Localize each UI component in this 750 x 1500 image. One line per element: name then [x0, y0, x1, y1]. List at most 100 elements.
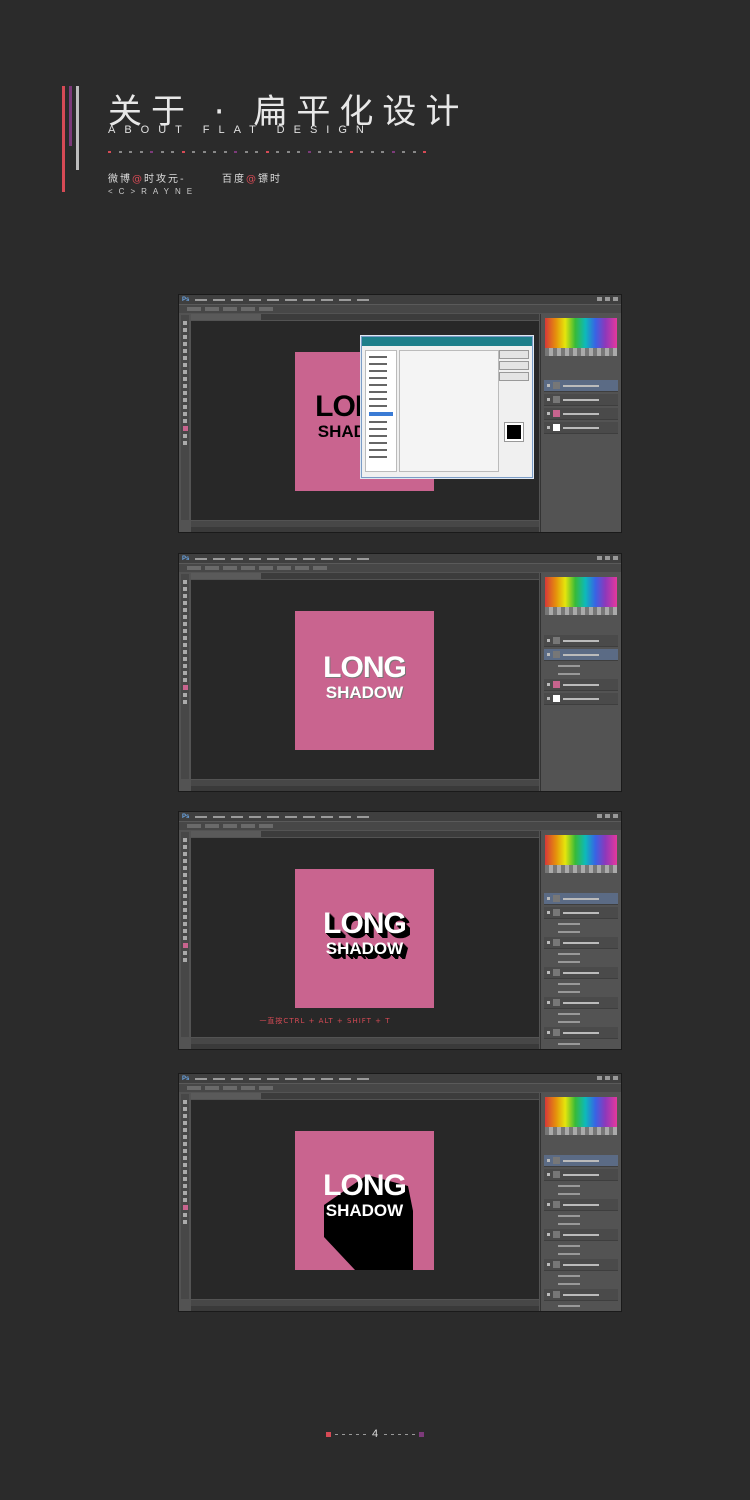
- swatches-panel[interactable]: [545, 577, 617, 607]
- weibo-label: 微博: [108, 174, 132, 185]
- long-shadow-text: LONG SHADOW: [323, 907, 407, 958]
- page-indicator: 4: [0, 1428, 750, 1440]
- effect-row[interactable]: [555, 1011, 618, 1017]
- window-controls[interactable]: [597, 556, 618, 560]
- layer-row[interactable]: [544, 967, 618, 979]
- layer-row[interactable]: [544, 380, 618, 392]
- menu-bar: Ps: [179, 1074, 621, 1083]
- effect-row[interactable]: [555, 671, 618, 677]
- effect-row[interactable]: [555, 921, 618, 927]
- ps-logo: Ps: [182, 555, 190, 562]
- effect-row[interactable]: [555, 989, 618, 995]
- layer-row[interactable]: [544, 422, 618, 434]
- swatches-panel[interactable]: [545, 1097, 617, 1127]
- artboard: LONG SHADOW: [295, 611, 434, 750]
- new-style-button[interactable]: [499, 372, 529, 381]
- window-controls[interactable]: [597, 297, 618, 301]
- right-panels[interactable]: [540, 1093, 621, 1311]
- long-shadow-text: LONG SHADOW: [323, 651, 407, 702]
- effect-row[interactable]: [555, 1311, 618, 1312]
- photoshop-window: Ps LONG SHADOW: [178, 294, 622, 533]
- photoshop-window: Ps LONG SHADOW 一直按CTRL + ALT + SHIFT + T: [178, 811, 622, 1050]
- canvas-area[interactable]: LONG SHADOW: [191, 321, 539, 520]
- tools-panel[interactable]: [181, 315, 189, 520]
- effect-row[interactable]: [555, 1243, 618, 1249]
- options-bar[interactable]: [179, 821, 621, 830]
- layer-row[interactable]: [544, 1169, 618, 1181]
- right-panels[interactable]: [540, 573, 621, 791]
- baidu-label: 百度: [221, 174, 246, 185]
- options-bar[interactable]: [179, 1083, 621, 1092]
- layer-row[interactable]: [544, 1259, 618, 1271]
- effect-row[interactable]: [555, 1251, 618, 1257]
- photoshop-window: Ps LONG SHADOW: [178, 553, 622, 792]
- layer-row[interactable]: [544, 893, 618, 905]
- effect-row[interactable]: [555, 1041, 618, 1047]
- baidu-name: 镖时: [257, 174, 282, 185]
- accent-bar-gray: [76, 86, 79, 170]
- layer-row[interactable]: [544, 693, 618, 705]
- right-panels[interactable]: [540, 314, 621, 532]
- dialog-title-bar[interactable]: [362, 337, 532, 346]
- dashed-divider: [108, 151, 426, 155]
- effect-row[interactable]: [555, 959, 618, 965]
- canvas-area[interactable]: LONG SHADOW: [191, 1100, 539, 1299]
- document-tab[interactable]: [191, 831, 539, 837]
- effect-row[interactable]: [555, 1019, 618, 1025]
- effect-row[interactable]: [555, 929, 618, 935]
- tools-panel[interactable]: [181, 574, 189, 779]
- layer-row[interactable]: [544, 649, 618, 661]
- style-list[interactable]: [365, 350, 397, 472]
- effect-row[interactable]: [555, 1303, 618, 1309]
- menu-bar: Ps: [179, 812, 621, 821]
- effect-row[interactable]: [555, 1221, 618, 1227]
- layer-row[interactable]: [544, 635, 618, 647]
- mini-bridge-bar[interactable]: [191, 1306, 539, 1311]
- swatches-panel[interactable]: [545, 318, 617, 348]
- effect-row[interactable]: [555, 1281, 618, 1287]
- effect-row[interactable]: [555, 1183, 618, 1189]
- swatches-panel[interactable]: [545, 835, 617, 865]
- layer-row[interactable]: [544, 907, 618, 919]
- tools-panel[interactable]: [181, 832, 189, 1037]
- right-panels[interactable]: [540, 831, 621, 1049]
- layer-row[interactable]: [544, 937, 618, 949]
- cancel-button[interactable]: [499, 361, 529, 370]
- layer-row[interactable]: [544, 997, 618, 1009]
- layer-row[interactable]: [544, 1229, 618, 1241]
- canvas-area[interactable]: LONG SHADOW 一直按CTRL + ALT + SHIFT + T: [191, 838, 539, 1037]
- layer-row[interactable]: [544, 1289, 618, 1301]
- mini-bridge-bar[interactable]: [191, 527, 539, 532]
- effect-row[interactable]: [555, 1049, 618, 1050]
- layer-row[interactable]: [544, 1199, 618, 1211]
- effect-row[interactable]: [555, 663, 618, 669]
- mini-bridge-bar[interactable]: [191, 1044, 539, 1049]
- accent-bar-red: [62, 86, 65, 192]
- layer-row[interactable]: [544, 1155, 618, 1167]
- ok-button[interactable]: [499, 350, 529, 359]
- layer-row[interactable]: [544, 408, 618, 420]
- options-bar[interactable]: [179, 563, 621, 572]
- effect-row[interactable]: [555, 951, 618, 957]
- tools-panel[interactable]: [181, 1094, 189, 1299]
- options-bar[interactable]: [179, 304, 621, 313]
- page-subtitle: ABOUT FLAT DESIGN: [108, 124, 373, 136]
- document-tab[interactable]: [191, 573, 539, 579]
- effect-row[interactable]: [555, 1191, 618, 1197]
- effect-row[interactable]: [555, 1273, 618, 1279]
- effect-row[interactable]: [555, 1213, 618, 1219]
- menu-bar: Ps: [179, 554, 621, 563]
- canvas-area[interactable]: LONG SHADOW: [191, 580, 539, 779]
- window-controls[interactable]: [597, 814, 618, 818]
- layer-row[interactable]: [544, 1027, 618, 1039]
- document-tab[interactable]: [191, 314, 539, 320]
- document-tab[interactable]: [191, 1093, 539, 1099]
- layer-row[interactable]: [544, 394, 618, 406]
- layer-row[interactable]: [544, 679, 618, 691]
- mini-bridge-bar[interactable]: [191, 786, 539, 791]
- window-controls[interactable]: [597, 1076, 618, 1080]
- effect-row[interactable]: [555, 981, 618, 987]
- shortcut-hint: 一直按CTRL + ALT + SHIFT + T: [259, 1017, 391, 1025]
- layer-style-dialog[interactable]: [361, 336, 533, 478]
- style-settings[interactable]: [399, 350, 499, 472]
